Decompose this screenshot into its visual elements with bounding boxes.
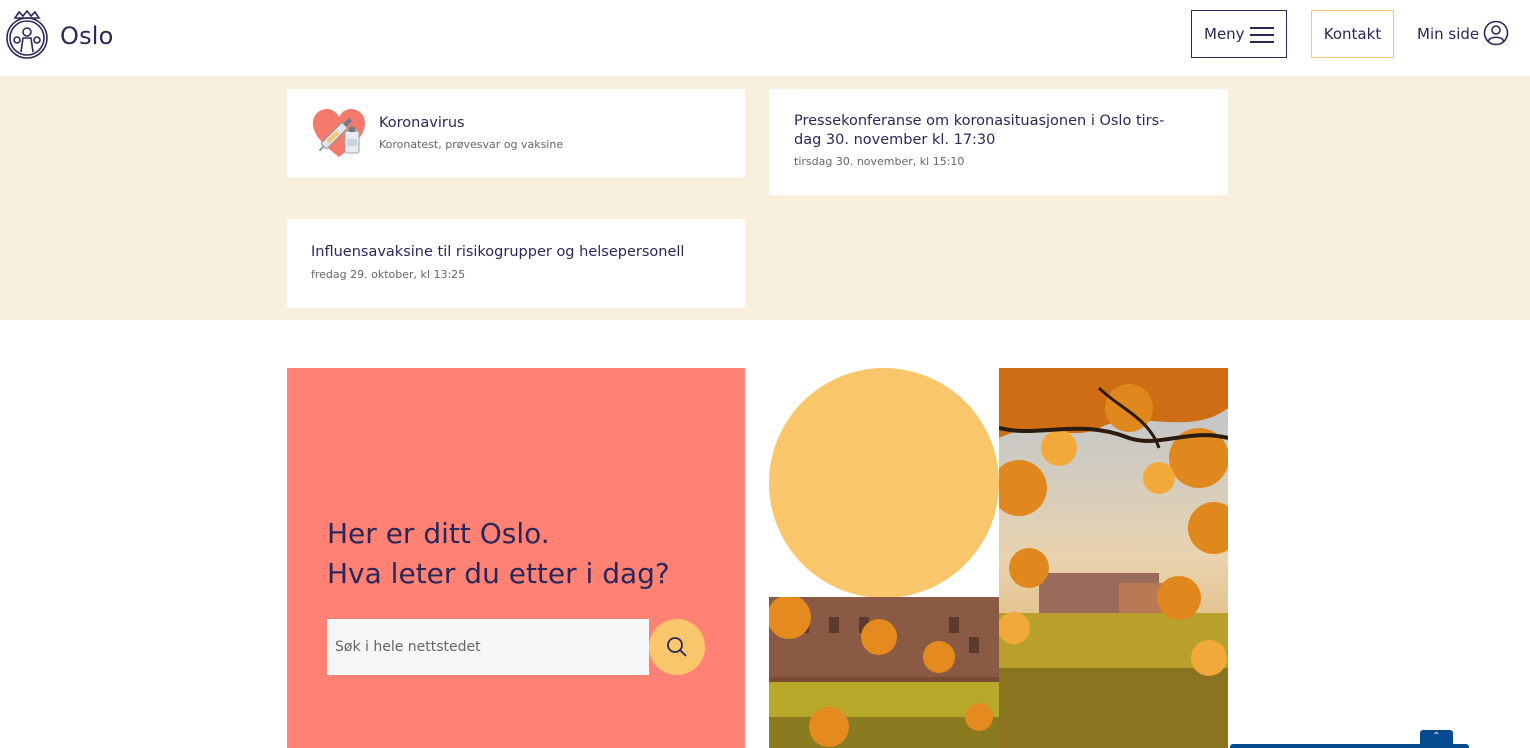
- search-panel: Her er ditt Oslo. Hva leter du etter i d…: [287, 368, 745, 748]
- news-band: [0, 76, 1530, 320]
- decorative-circle: [769, 368, 999, 598]
- heart-vaccine-icon: [313, 109, 365, 157]
- news-subtitle: Koronatest, prøvesvar og vaksine: [379, 138, 564, 151]
- search-input[interactable]: [327, 619, 649, 675]
- news-card-influensavaksine[interactable]: Influensavaksine til risikogrupper og he…: [287, 219, 745, 308]
- autumn-photo-bottom: [769, 597, 999, 748]
- hero-heading-line1: Her er ditt Oslo.: [327, 517, 550, 550]
- hamburger-icon: [1250, 27, 1274, 43]
- hero-heading-line2: Hva leter du etter i dag?: [327, 557, 670, 590]
- news-title: Koronavirus: [379, 115, 465, 131]
- site-header: Oslo Meny Kontakt Min side: [0, 0, 1530, 76]
- chat-widget-bar[interactable]: [1230, 744, 1469, 748]
- my-page-button[interactable]: Min side: [1417, 10, 1513, 58]
- news-title-line1: Pressekonferanse om koronasituasjonen i …: [794, 113, 1165, 129]
- news-date: fredag 29. oktober, kl 13:25: [311, 268, 466, 281]
- menu-button[interactable]: Meny: [1191, 10, 1287, 58]
- contact-label: Kontakt: [1323, 25, 1382, 43]
- my-page-label: Min side: [1417, 25, 1480, 43]
- news-card-koronavirus[interactable]: Koronavirus Koronatest, prøvesvar og vak…: [287, 89, 745, 178]
- search-button[interactable]: [649, 619, 705, 675]
- autumn-photo: [999, 368, 1228, 748]
- news-title-line2: dag 30. november kl. 17:30: [794, 132, 996, 148]
- contact-button[interactable]: Kontakt: [1311, 10, 1394, 58]
- news-card-pressekonferanse[interactable]: Pressekonferanse om koronasituasjonen i …: [769, 89, 1228, 195]
- site-brand[interactable]: Oslo: [60, 22, 114, 50]
- news-title: Influensavaksine til risikogrupper og he…: [311, 244, 685, 260]
- news-date: tirsdag 30. november, kl 15:10: [794, 155, 965, 168]
- oslo-logo-icon[interactable]: [5, 8, 49, 60]
- user-icon: [1483, 20, 1509, 46]
- search-icon: [667, 637, 687, 657]
- menu-label: Meny: [1204, 25, 1245, 43]
- chevron-up-icon: ⌃: [1432, 731, 1441, 742]
